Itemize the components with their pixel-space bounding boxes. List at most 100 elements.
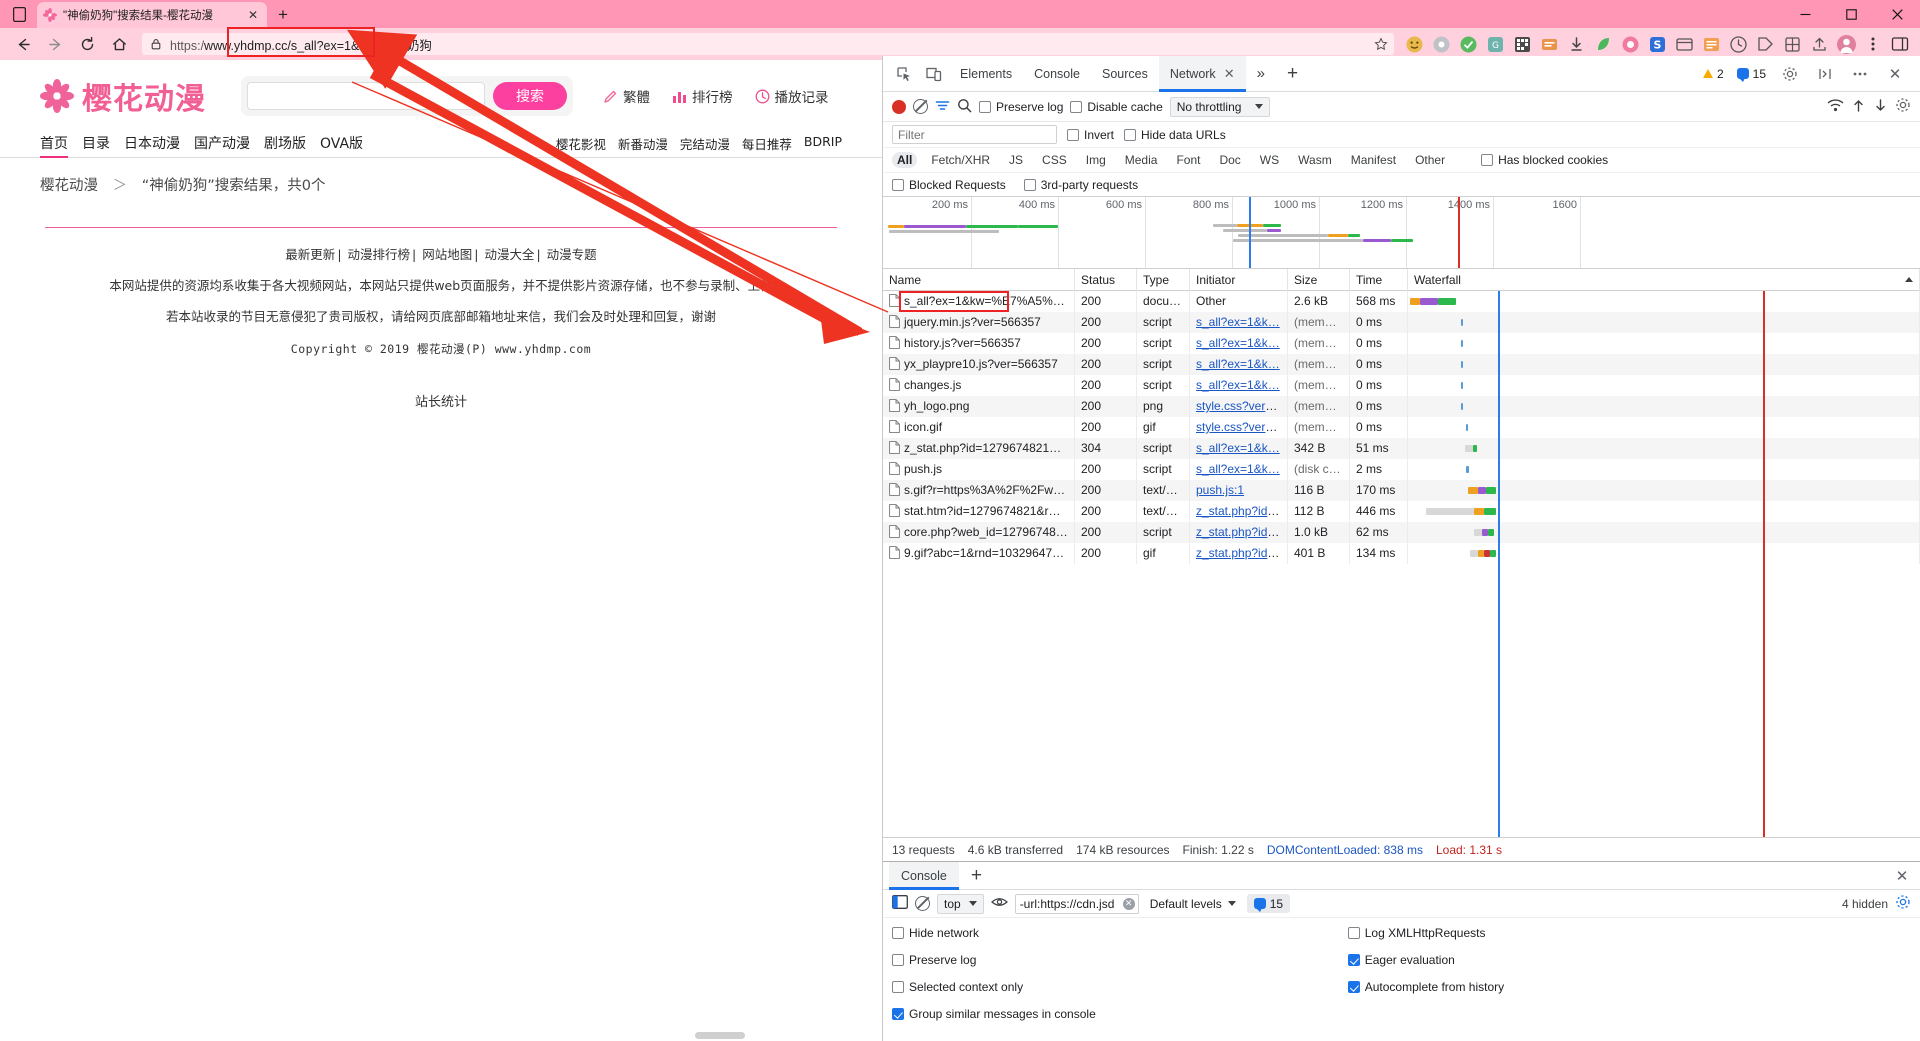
back-icon[interactable]	[8, 30, 38, 58]
console-eye-icon[interactable]	[990, 896, 1008, 911]
request-name-cell[interactable]: yx_playpre10.js?ver=566357	[883, 354, 1075, 375]
type-filter-doc[interactable]: Doc	[1214, 152, 1245, 168]
nav-item-bdrip[interactable]: BDRIP	[804, 134, 842, 157]
console-settings-icon[interactable]	[1895, 894, 1911, 913]
header-link-traditional[interactable]: 繁體	[603, 86, 650, 106]
extension-icon-green[interactable]	[1456, 32, 1480, 56]
breadcrumb-root[interactable]: 樱花动漫	[40, 178, 98, 194]
throttling-dropdown[interactable]: No throttling	[1169, 96, 1271, 117]
request-initiator-cell[interactable]: s_all?ex=1&k…	[1190, 333, 1288, 354]
drawer-tab-console[interactable]: Console	[889, 861, 959, 890]
search-button[interactable]: 搜索	[493, 82, 567, 110]
horizontal-scrollbar[interactable]	[695, 1032, 745, 1039]
tab-console[interactable]: Console	[1023, 56, 1091, 92]
bookmark-star-icon[interactable]	[1374, 37, 1388, 51]
column-header-type[interactable]: Type	[1137, 268, 1190, 291]
network-settings-icon[interactable]	[1895, 97, 1911, 116]
export-har-icon[interactable]	[1873, 98, 1888, 116]
footer-link-all[interactable]: 动漫大全	[484, 247, 534, 262]
group-similar-box[interactable]	[892, 1008, 904, 1020]
console-preserve-log-checkbox[interactable]: Preserve log	[892, 953, 1096, 967]
column-header-initiator[interactable]: Initiator	[1190, 268, 1288, 291]
request-name-cell[interactable]: push.js	[883, 459, 1075, 480]
console-preserve-log-box[interactable]	[892, 954, 904, 966]
eager-evaluation-checkbox[interactable]: Eager evaluation	[1347, 953, 1504, 967]
extension-icon-orange[interactable]	[1537, 32, 1561, 56]
request-initiator-cell[interactable]: style.css?ver=…	[1190, 417, 1288, 438]
request-initiator-cell[interactable]: z_stat.php?id=…	[1190, 501, 1288, 522]
request-name-cell[interactable]: z_stat.php?id=1279674821&…	[883, 438, 1075, 459]
inspect-element-icon[interactable]	[889, 60, 919, 88]
profile-avatar[interactable]	[1834, 32, 1858, 56]
request-name-cell[interactable]: icon.gif	[883, 417, 1075, 438]
clear-console-icon[interactable]	[915, 896, 930, 911]
hide-data-urls-box[interactable]	[1124, 128, 1137, 141]
request-initiator-cell[interactable]: push.js:1	[1190, 480, 1288, 501]
request-initiator-cell[interactable]: style.css?ver=…	[1190, 396, 1288, 417]
preserve-log-checkbox[interactable]: Preserve log	[979, 100, 1063, 114]
nav-item-home[interactable]: 首页	[40, 133, 68, 158]
column-header-size[interactable]: Size	[1288, 268, 1350, 291]
warning-count-badge[interactable]: 2	[1699, 67, 1728, 81]
filter-toggle-icon[interactable]	[935, 99, 950, 115]
request-name-cell[interactable]: 9.gif?abc=1&rnd=10329647…	[883, 543, 1075, 564]
tab-network-close-icon[interactable]: ✕	[1224, 66, 1235, 82]
extension-icon-window[interactable]	[1672, 32, 1696, 56]
extension-icon-s[interactable]: S	[1645, 32, 1669, 56]
sidebar-toggle-icon[interactable]	[1888, 32, 1912, 56]
devtools-more-icon[interactable]	[1845, 60, 1875, 88]
footer-link-topics[interactable]: 动漫专题	[547, 247, 597, 262]
selected-context-only-checkbox[interactable]: Selected context only	[892, 980, 1096, 994]
import-har-icon[interactable]	[1851, 98, 1866, 116]
footer-link-ranking[interactable]: 动漫排行榜	[348, 247, 411, 262]
browser-tab[interactable]: "神偷奶狗"搜索结果-樱花动漫 ✕	[37, 2, 267, 28]
extension-icon-grid[interactable]	[1510, 32, 1534, 56]
execution-context-dropdown[interactable]: top	[937, 893, 984, 914]
eager-evaluation-box[interactable]	[1347, 954, 1360, 966]
nav-item-catalog[interactable]: 目录	[82, 133, 110, 157]
selected-context-only-box[interactable]	[892, 981, 904, 993]
type-filter-css[interactable]: CSS	[1037, 152, 1072, 168]
autocomplete-history-checkbox[interactable]: Autocomplete from history	[1347, 980, 1504, 994]
extension-icon-leaf[interactable]	[1591, 32, 1615, 56]
footer-link-sitemap[interactable]: 网站地图	[422, 247, 472, 262]
log-xhr-box[interactable]	[1347, 927, 1360, 939]
home-icon[interactable]	[104, 30, 134, 58]
site-logo[interactable]: 樱花动漫	[40, 74, 206, 118]
request-initiator-cell[interactable]: z_stat.php?id=…	[1190, 522, 1288, 543]
autocomplete-history-box[interactable]	[1347, 981, 1360, 993]
request-name-cell[interactable]: history.js?ver=566357	[883, 333, 1075, 354]
header-link-history[interactable]: 播放记录	[755, 86, 829, 106]
column-header-name[interactable]: Name	[883, 268, 1075, 291]
drawer-add-tab-button[interactable]: +	[959, 862, 994, 890]
nav-item-japanese[interactable]: 日本动漫	[124, 133, 180, 157]
browser-menu-icon[interactable]	[1861, 32, 1885, 56]
network-conditions-icon[interactable]	[1827, 98, 1844, 115]
request-name-cell[interactable]: core.php?web_id=12796748…	[883, 522, 1075, 543]
invert-box[interactable]	[1067, 128, 1079, 141]
devtools-close-icon[interactable]: ✕	[1880, 60, 1910, 88]
clear-filter-icon[interactable]: ✕	[1122, 897, 1135, 910]
disable-cache-checkbox[interactable]: Disable cache	[1070, 100, 1163, 114]
disable-cache-box[interactable]	[1070, 100, 1083, 113]
type-filter-font[interactable]: Font	[1171, 152, 1205, 168]
column-header-waterfall[interactable]: Waterfall	[1408, 268, 1920, 291]
group-similar-checkbox[interactable]: Group similar messages in console	[892, 1007, 1096, 1021]
device-toolbar-icon[interactable]	[919, 60, 949, 88]
extension-icon-tag[interactable]	[1753, 32, 1777, 56]
network-request-rows[interactable]: s_all?ex=1&kw=%E7%A5%9… 200 docum… Other 2.6…	[883, 291, 1920, 837]
third-party-requests-checkbox[interactable]: 3rd-party requests	[1023, 178, 1138, 192]
hide-network-box[interactable]	[892, 927, 904, 939]
request-name-cell[interactable]: s_all?ex=1&kw=%E7%A5%9…	[883, 291, 1075, 312]
clear-requests-icon[interactable]	[913, 99, 928, 114]
request-initiator-cell[interactable]: z_stat.php?id=…	[1190, 543, 1288, 564]
console-sidebar-icon[interactable]	[892, 895, 908, 912]
tab-sources[interactable]: Sources	[1091, 56, 1159, 92]
tab-elements[interactable]: Elements	[949, 56, 1023, 92]
type-filter-media[interactable]: Media	[1120, 152, 1163, 168]
request-name-cell[interactable]: yh_logo.png	[883, 396, 1075, 417]
nav-item-yinghuashishi[interactable]: 樱花影视	[556, 134, 606, 157]
request-initiator-cell[interactable]: s_all?ex=1&k…	[1190, 438, 1288, 459]
add-tab-button[interactable]: +	[1276, 56, 1309, 92]
request-name-cell[interactable]: s.gif?r=https%3A%2F%2Fww…	[883, 480, 1075, 501]
